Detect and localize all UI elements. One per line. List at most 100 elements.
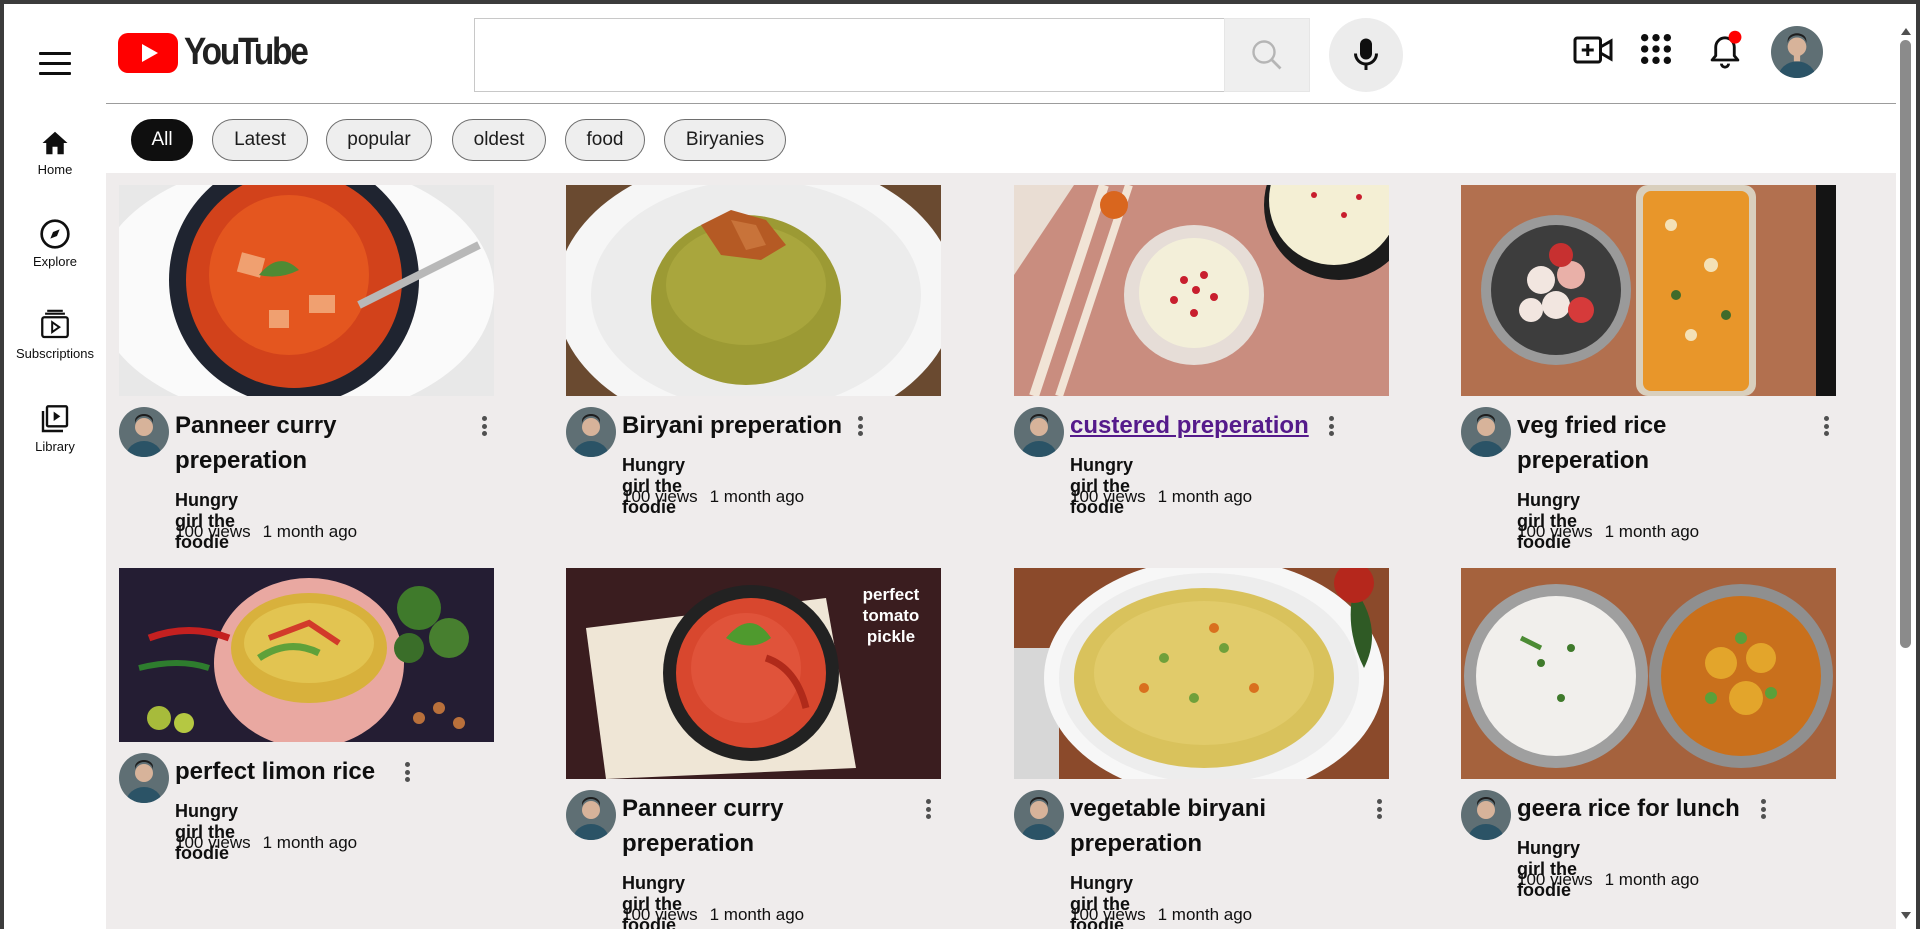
upload-age: 1 month ago (1604, 870, 1700, 889)
more-options-icon[interactable] (1325, 413, 1337, 439)
mic-icon (1354, 38, 1378, 70)
video-meta: 100 views 1 month ago (1517, 870, 1699, 890)
video-title[interactable]: Panneer curry preperation (622, 791, 902, 861)
scrollbar-thumb[interactable] (1900, 40, 1911, 648)
upload-age: 1 month ago (709, 487, 805, 506)
youtube-logo[interactable]: YouTube (118, 31, 323, 74)
view-count: 100 views (1070, 905, 1146, 924)
notifications-button[interactable] (1706, 30, 1744, 75)
video-thumbnail[interactable] (119, 185, 494, 396)
create-video-icon (1573, 36, 1613, 64)
scroll-up-arrow-icon[interactable] (1901, 28, 1911, 35)
view-count: 100 views (175, 522, 251, 541)
video-meta: 100 views 1 month ago (1517, 522, 1699, 542)
filter-chip-bar: All Latest popular oldest food Biryanies (106, 105, 1896, 173)
top-header: YouTube (106, 4, 1896, 104)
upload-age: 1 month ago (262, 833, 358, 852)
view-count: 100 views (622, 487, 698, 506)
video-thumbnail[interactable] (1014, 568, 1389, 779)
youtube-play-logo-icon (118, 32, 178, 73)
video-meta: 100 views 1 month ago (1070, 905, 1252, 925)
thumbnail-overlay-text: perfect (863, 585, 920, 604)
video-thumbnail[interactable] (566, 185, 941, 396)
more-options-icon[interactable] (1373, 796, 1385, 822)
apps-grid-icon (1640, 33, 1672, 65)
avatar-image (1771, 26, 1823, 78)
video-thumbnail[interactable] (1014, 185, 1389, 396)
video-thumbnail[interactable] (1461, 185, 1836, 396)
sidebar-item-explore[interactable]: Explore (4, 218, 106, 269)
video-thumbnail[interactable]: perfect tomato pickle (566, 568, 941, 779)
sidebar-item-label: Home (37, 162, 73, 177)
channel-avatar[interactable] (1014, 790, 1064, 840)
video-title[interactable]: Panneer curry preperation (175, 408, 455, 478)
video-grid: Panneer curry preperation Hungry girl th… (106, 173, 1896, 929)
chip-latest[interactable]: Latest (212, 119, 308, 161)
notifications-bell-icon (1710, 30, 1742, 69)
upload-age: 1 month ago (1157, 487, 1253, 506)
apps-button[interactable] (1639, 32, 1673, 71)
channel-avatar[interactable] (566, 407, 616, 457)
video-meta: 100 views 1 month ago (1070, 487, 1252, 507)
sidebar-item-subscriptions[interactable]: Subscriptions (4, 308, 106, 361)
more-options-icon[interactable] (401, 759, 413, 785)
video-title[interactable]: vegetable biryani preperation (1070, 791, 1330, 861)
svg-text:pickle: pickle (867, 627, 915, 646)
chip-all[interactable]: All (131, 119, 193, 161)
upload-age: 1 month ago (709, 905, 805, 924)
search-button[interactable] (1224, 18, 1310, 92)
video-thumbnail[interactable] (119, 568, 494, 742)
sidebar-item-label: Subscriptions (15, 346, 95, 361)
video-title[interactable]: veg fried rice preperation (1517, 408, 1777, 478)
view-count: 100 views (1517, 870, 1593, 889)
upload-age: 1 month ago (262, 522, 358, 541)
channel-avatar[interactable] (1461, 407, 1511, 457)
more-options-icon[interactable] (854, 413, 866, 439)
more-options-icon[interactable] (1757, 796, 1769, 822)
view-count: 100 views (175, 833, 251, 852)
left-sidebar: Home Explore Subscriptions Library (4, 4, 106, 929)
sidebar-item-label: Explore (32, 254, 78, 269)
video-title[interactable]: perfect limon rice (175, 754, 475, 789)
search-icon (1252, 40, 1282, 70)
video-title[interactable]: geera rice for lunch (1517, 791, 1817, 826)
sidebar-item-library[interactable]: Library (4, 403, 106, 454)
scroll-down-arrow-icon[interactable] (1901, 912, 1911, 919)
channel-avatar[interactable] (1014, 407, 1064, 457)
page-scrollbar[interactable] (1896, 4, 1916, 929)
more-options-icon[interactable] (478, 413, 490, 439)
voice-search-button[interactable] (1329, 18, 1403, 92)
channel-avatar[interactable] (119, 753, 169, 803)
channel-avatar[interactable] (566, 790, 616, 840)
search-box (474, 18, 1224, 92)
more-options-icon[interactable] (922, 796, 934, 822)
sidebar-item-label: Library (35, 439, 75, 454)
video-meta: 100 views 1 month ago (175, 833, 357, 853)
upload-age: 1 month ago (1157, 905, 1253, 924)
video-meta: 100 views 1 month ago (175, 522, 357, 542)
chip-popular[interactable]: popular (326, 119, 432, 161)
hamburger-menu-icon[interactable] (39, 52, 71, 76)
search-input[interactable] (475, 19, 1224, 91)
logo-wordmark: YouTube (184, 31, 309, 73)
chip-food[interactable]: food (565, 119, 645, 161)
upload-age: 1 month ago (1604, 522, 1700, 541)
library-icon (41, 405, 69, 433)
view-count: 100 views (1070, 487, 1146, 506)
account-avatar[interactable] (1771, 26, 1823, 78)
chip-oldest[interactable]: oldest (452, 119, 546, 161)
channel-avatar[interactable] (1461, 790, 1511, 840)
view-count: 100 views (1517, 522, 1593, 541)
svg-text:tomato: tomato (863, 606, 920, 625)
video-meta: 100 views 1 month ago (622, 905, 804, 925)
video-thumbnail[interactable] (1461, 568, 1836, 779)
sidebar-item-home[interactable]: Home (4, 128, 106, 177)
create-video-button[interactable] (1572, 32, 1614, 73)
compass-icon (40, 219, 70, 249)
more-options-icon[interactable] (1820, 413, 1832, 439)
chip-biryanies[interactable]: Biryanies (664, 119, 786, 161)
subscriptions-icon (41, 309, 69, 339)
channel-avatar[interactable] (119, 407, 169, 457)
video-title[interactable]: Biryani preperation (622, 408, 922, 443)
view-count: 100 views (622, 905, 698, 924)
